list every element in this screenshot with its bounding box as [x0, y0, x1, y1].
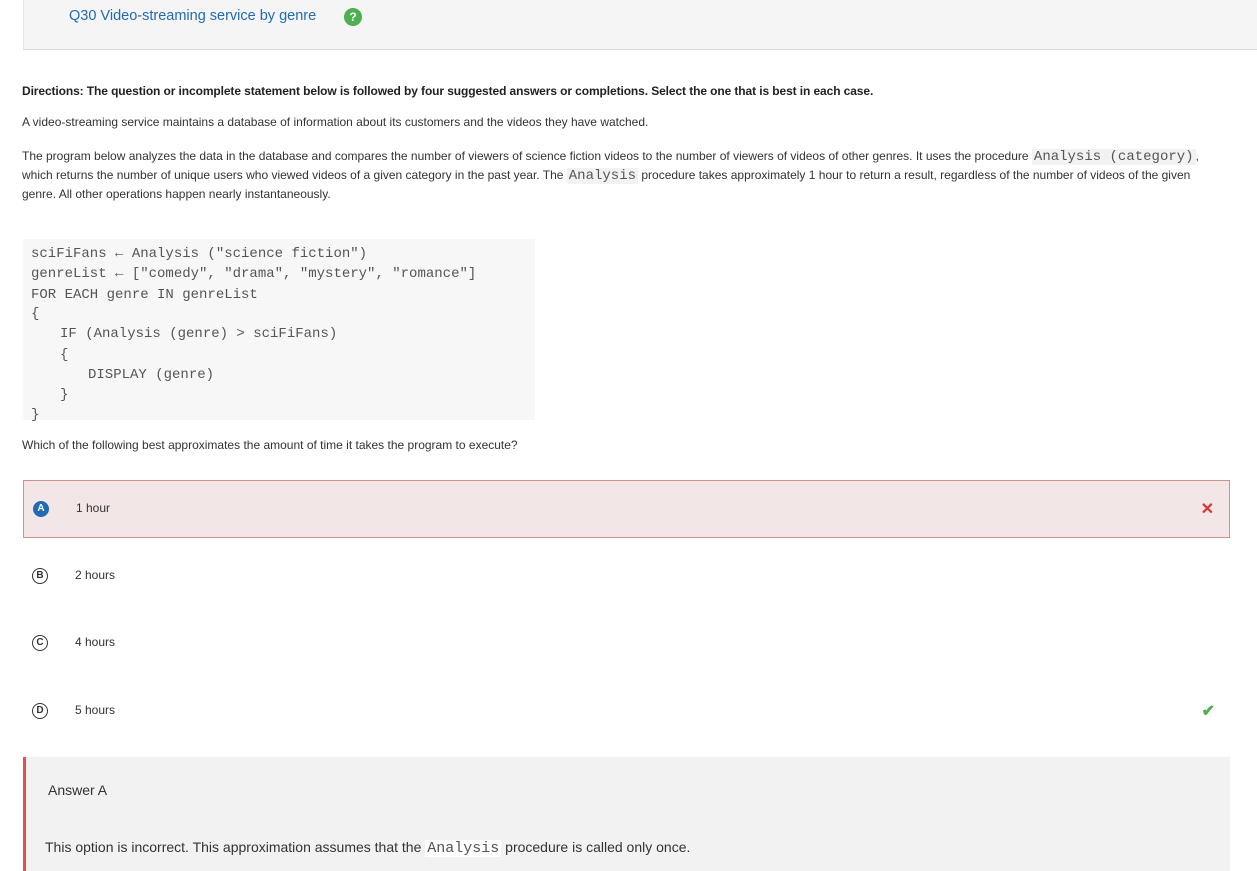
paragraph-text: The program below analyzes the data in t… [22, 149, 1029, 163]
inline-code-analysis-category: Analysis (category) [1031, 149, 1196, 165]
code-line: FOR EACH genre IN genreList [31, 287, 258, 303]
code-line: } [31, 407, 40, 423]
explanation-text: This option is incorrect. This approxima… [45, 839, 422, 855]
answer-explanation: This option is incorrect. This approxima… [45, 839, 690, 857]
option-b-text: 2 hours [75, 568, 116, 582]
answer-explanation-panel: Answer A This option is incorrect. This … [23, 757, 1230, 871]
option-a-text: 1 hour [76, 501, 111, 515]
option-c-letter-icon: C [32, 635, 48, 651]
option-a-letter-icon: A [33, 501, 49, 517]
program-description-paragraph: The program below analyzes the data in t… [22, 147, 1222, 203]
explanation-text: procedure is called only once. [505, 839, 691, 855]
code-line: } [60, 387, 69, 403]
help-icon[interactable]: ? [344, 8, 362, 26]
option-c[interactable]: C 4 hours [23, 615, 1230, 673]
option-c-text: 4 hours [75, 635, 116, 649]
inline-code-analysis: Analysis [425, 840, 502, 857]
answer-title: Answer A [48, 782, 108, 798]
code-line: genreList ← ["comedy", "drama", "mystery… [31, 266, 477, 282]
option-b[interactable]: B 2 hours [23, 548, 1230, 606]
code-line: sciFiFans ← Analysis ("science fiction") [31, 246, 368, 262]
question-context-paragraph: A video-streaming service maintains a da… [22, 115, 649, 129]
question-header: Q30 Video-streaming service by genre ? [23, 0, 1257, 50]
directions-text: Directions: The question or incomplete s… [22, 84, 874, 98]
option-d[interactable]: D 5 hours ✔ [23, 683, 1230, 741]
correct-check-icon: ✔ [1201, 703, 1215, 720]
code-line: { [60, 347, 69, 363]
code-line: IF (Analysis (genre) > sciFiFans) [60, 326, 338, 342]
question-prompt: Which of the following best approximates… [22, 438, 518, 452]
option-b-letter-icon: B [32, 568, 48, 584]
option-a[interactable]: A 1 hour ✕ [23, 480, 1230, 538]
option-d-text: 5 hours [75, 703, 116, 717]
incorrect-x-icon: ✕ [1200, 501, 1214, 518]
option-d-letter-icon: D [32, 703, 48, 719]
inline-code-analysis: Analysis [566, 168, 638, 184]
question-title-link[interactable]: Q30 Video-streaming service by genre [69, 8, 316, 24]
code-line: DISPLAY (genre) [88, 367, 215, 383]
code-line: { [31, 306, 40, 322]
